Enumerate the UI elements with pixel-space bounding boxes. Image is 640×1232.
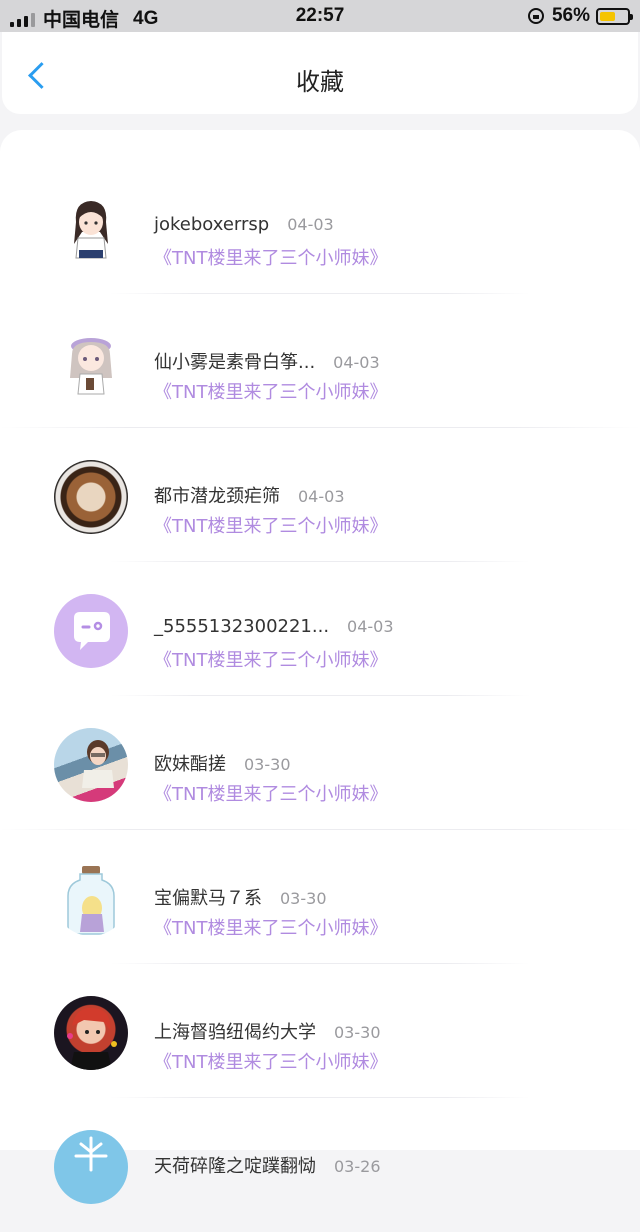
status-right: 56% bbox=[527, 5, 633, 27]
name-row: 宝偏默马７系 03-30 bbox=[154, 884, 327, 910]
name-row: 天荷碎隆之啶蹼翻恸 03-26 bbox=[154, 1152, 381, 1178]
favorites-list: jokeboxerrsp 04-03 《TNT楼里来了三个小师妹》 仙小雾是素骨… bbox=[0, 130, 640, 1204]
rotation-lock-icon bbox=[527, 8, 544, 24]
avatar[interactable] bbox=[54, 728, 128, 802]
book-title-link[interactable]: 《TNT楼里来了三个小师妹》 bbox=[154, 780, 387, 806]
book-title-link[interactable]: 《TNT楼里来了三个小师妹》 bbox=[154, 1048, 387, 1074]
avatar[interactable] bbox=[54, 1130, 128, 1204]
list-item[interactable]: 天荷碎隆之啶蹼翻恸 03-26 bbox=[0, 1098, 640, 1232]
date-label: 03-30 bbox=[334, 1023, 381, 1042]
battery-icon bbox=[596, 7, 633, 25]
name-row: 欧妹酯搓 03-30 bbox=[154, 750, 291, 776]
page-title: 收藏 bbox=[296, 68, 344, 96]
user-name[interactable]: 天荷碎隆之啶蹼翻恸 bbox=[154, 1152, 316, 1178]
book-title-link[interactable]: 《TNT楼里来了三个小师妹》 bbox=[154, 646, 387, 672]
user-name[interactable]: 上海督驺纽偈约大学 bbox=[154, 1018, 316, 1044]
date-label: 04-03 bbox=[287, 215, 334, 234]
book-title-link[interactable]: 《TNT楼里来了三个小师妹》 bbox=[154, 378, 387, 404]
list-item[interactable]: _5555132300221... 04-03 《TNT楼里来了三个小师妹》 bbox=[0, 562, 640, 696]
user-name[interactable]: 都市潜龙颈疟筛 bbox=[154, 482, 280, 508]
list-item[interactable]: 宝偏默马７系 03-30 《TNT楼里来了三个小师妹》 bbox=[0, 830, 640, 964]
user-name[interactable]: 欧妹酯搓 bbox=[154, 750, 226, 776]
list-item[interactable]: jokeboxerrsp 04-03 《TNT楼里来了三个小师妹》 bbox=[0, 160, 640, 294]
book-title-link[interactable]: 《TNT楼里来了三个小师妹》 bbox=[154, 914, 387, 940]
battery-percent: 56% bbox=[551, 5, 590, 26]
date-label: 03-30 bbox=[244, 755, 291, 774]
name-row: _5555132300221... 04-03 bbox=[154, 616, 394, 637]
user-name[interactable]: 宝偏默马７系 bbox=[154, 884, 262, 910]
name-row: 上海督驺纽偈约大学 03-30 bbox=[154, 1018, 381, 1044]
list-item[interactable]: 上海督驺纽偈约大学 03-30 《TNT楼里来了三个小师妹》 bbox=[0, 964, 640, 1098]
name-row: 都市潜龙颈疟筛 04-03 bbox=[154, 482, 345, 508]
user-name[interactable]: jokeboxerrsp bbox=[154, 214, 269, 235]
name-row: jokeboxerrsp 04-03 bbox=[154, 214, 334, 235]
battery-fill bbox=[600, 11, 615, 21]
avatar[interactable] bbox=[54, 326, 128, 400]
book-title-link[interactable]: 《TNT楼里来了三个小师妹》 bbox=[154, 244, 387, 270]
status-bar: 中国电信 4G 22:57 56% bbox=[0, 0, 640, 32]
user-name[interactable]: 仙小雾是素骨白筝... bbox=[154, 348, 315, 374]
avatar[interactable] bbox=[54, 996, 128, 1070]
date-label: 03-30 bbox=[280, 889, 327, 908]
date-label: 04-03 bbox=[333, 353, 380, 372]
name-row: 仙小雾是素骨白筝... 04-03 bbox=[154, 348, 380, 374]
book-title-link[interactable]: 《TNT楼里来了三个小师妹》 bbox=[154, 512, 387, 538]
list-item[interactable]: 仙小雾是素骨白筝... 04-03 《TNT楼里来了三个小师妹》 bbox=[0, 294, 640, 428]
date-label: 04-03 bbox=[347, 617, 394, 636]
avatar[interactable] bbox=[54, 594, 128, 668]
list-item[interactable]: 都市潜龙颈疟筛 04-03 《TNT楼里来了三个小师妹》 bbox=[0, 428, 640, 562]
user-name[interactable]: _5555132300221... bbox=[154, 616, 329, 637]
date-label: 03-26 bbox=[334, 1157, 381, 1176]
date-label: 04-03 bbox=[298, 487, 345, 506]
list-item[interactable]: 欧妹酯搓 03-30 《TNT楼里来了三个小师妹》 bbox=[0, 696, 640, 830]
avatar[interactable] bbox=[54, 460, 128, 534]
avatar[interactable] bbox=[54, 862, 128, 936]
avatar[interactable] bbox=[54, 192, 128, 266]
nav-bar: 收藏 bbox=[2, 32, 638, 114]
